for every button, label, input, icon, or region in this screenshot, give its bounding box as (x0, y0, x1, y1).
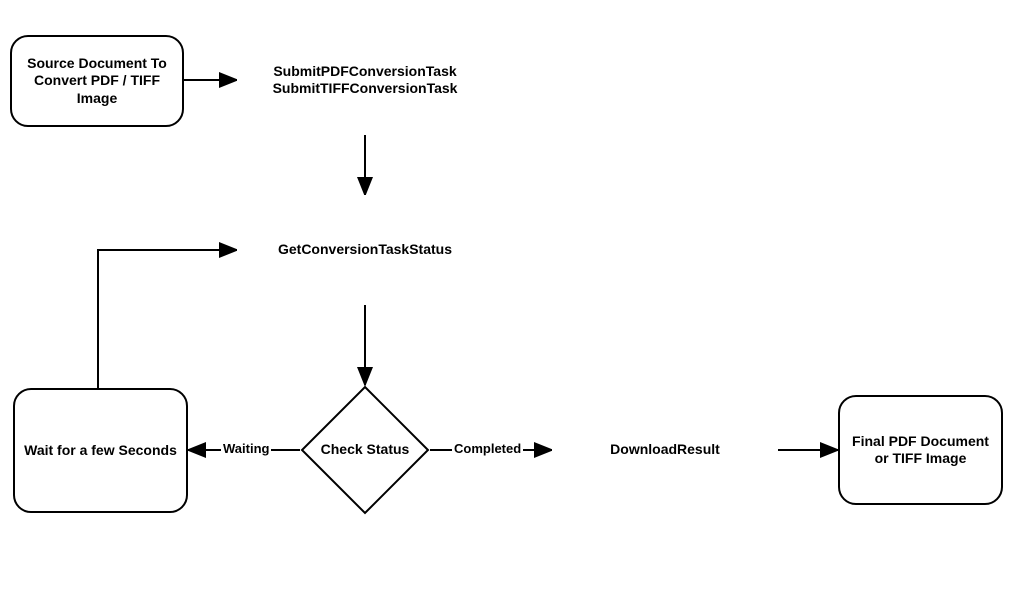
node-label: Source Document To Convert PDF / TIFF Im… (12, 51, 182, 112)
node-get-status: GetConversionTaskStatus (237, 195, 493, 305)
node-label: Wait for a few Seconds (16, 438, 185, 464)
node-submit-task: SubmitPDFConversionTask SubmitTIFFConver… (237, 25, 493, 135)
node-final-document: Final PDF Document or TIFF Image (838, 395, 1003, 505)
node-source-document: Source Document To Convert PDF / TIFF Im… (10, 35, 184, 127)
node-download-result: DownloadResult (552, 395, 778, 505)
node-label: GetConversionTaskStatus (270, 237, 460, 263)
edge-label-completed: Completed (452, 441, 523, 456)
node-label: DownloadResult (602, 437, 728, 463)
node-label: SubmitPDFConversionTask SubmitTIFFConver… (265, 59, 466, 102)
node-wait: Wait for a few Seconds (13, 388, 188, 513)
node-label: Final PDF Document or TIFF Image (840, 429, 1001, 472)
node-check-status: Check Status (300, 385, 430, 515)
node-label: Check Status (313, 437, 418, 463)
edge-label-waiting: Waiting (221, 441, 271, 456)
